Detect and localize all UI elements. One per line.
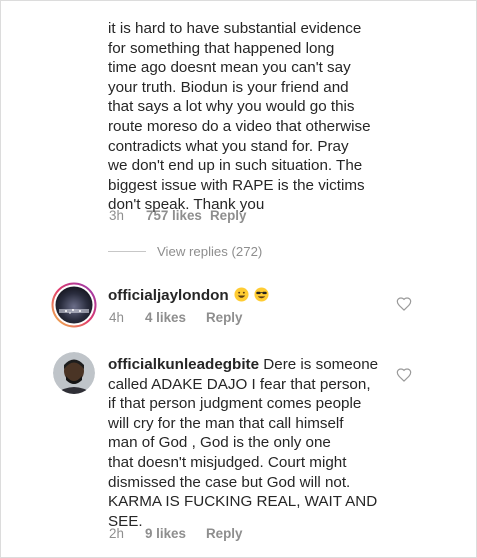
reply-button[interactable]: Reply [210,208,246,223]
comment-line: that says a lot why you would go this [108,98,355,116]
view-replies-button[interactable]: View replies (272) [108,244,262,259]
comment-time: 2h [109,526,124,541]
comment-meta: 2h 9 likes Reply [109,526,242,541]
sunglasses-face-emoji-icon [254,287,269,302]
divider [38,0,471,1]
comment-line: if that person judgment comes people [108,395,362,413]
comment-line: Dere is someone [259,356,379,373]
comment-line: biggest issue with RAPE is the victims [108,176,365,194]
comment-line: contradicts what you stand for. Pray [108,137,349,155]
heart-outline-icon[interactable] [396,367,412,383]
avatar[interactable] [53,352,95,394]
comment-body: it is hard to have substantial evidence … [108,19,371,215]
comment-time: 3h [109,208,124,223]
comment-line: your truth. Biodun is your friend and [108,78,349,96]
comment-line: will cry for the man that call himself [108,414,344,432]
comment-line: time ago doesnt mean you can't say [108,59,351,77]
comment-line: called ADAKE DAJO I fear that person, [108,375,371,393]
comment-line: we don't end up in such situation. The [108,157,363,175]
reply-button[interactable]: Reply [206,526,242,541]
view-replies-label: View replies (272) [157,244,263,259]
heart-outline-icon[interactable] [396,296,412,312]
comment-line: that doesn't misjudged. Court might [108,453,347,471]
username-link[interactable]: officialkunleadegbite [108,356,259,373]
username-link[interactable]: officialjaylondon [108,287,229,304]
replies-line [108,251,146,252]
comment-line: dismissed the case but God will not. [108,473,351,491]
comment-meta: 3h 757 likes Reply [109,208,246,223]
comment-body: officialjaylondon [108,286,269,306]
comment-line: for something that happened long [108,39,335,57]
comment-body: officialkunleadegbite Dere is someone ca… [108,355,378,531]
comment-line: route moreso do a video that otherwise [108,117,371,135]
comment-line: man of God , God is the only one [108,434,331,452]
likes-count[interactable]: 757 likes [146,208,210,223]
likes-count[interactable]: 9 likes [145,526,206,541]
comment-line: officialkunleadegbite Dere is someone [108,355,378,375]
comment-meta: 4h 4 likes Reply [109,310,242,325]
comment-line: it is hard to have substantial evidence [108,20,362,37]
likes-count[interactable]: 4 likes [145,310,206,325]
comment-line: KARMA IS FUCKING REAL, WAIT AND [108,493,378,511]
grinning-face-emoji-icon [234,287,249,302]
comment-time: 4h [109,310,124,325]
avatar[interactable] [51,282,97,328]
reply-button[interactable]: Reply [206,310,242,325]
